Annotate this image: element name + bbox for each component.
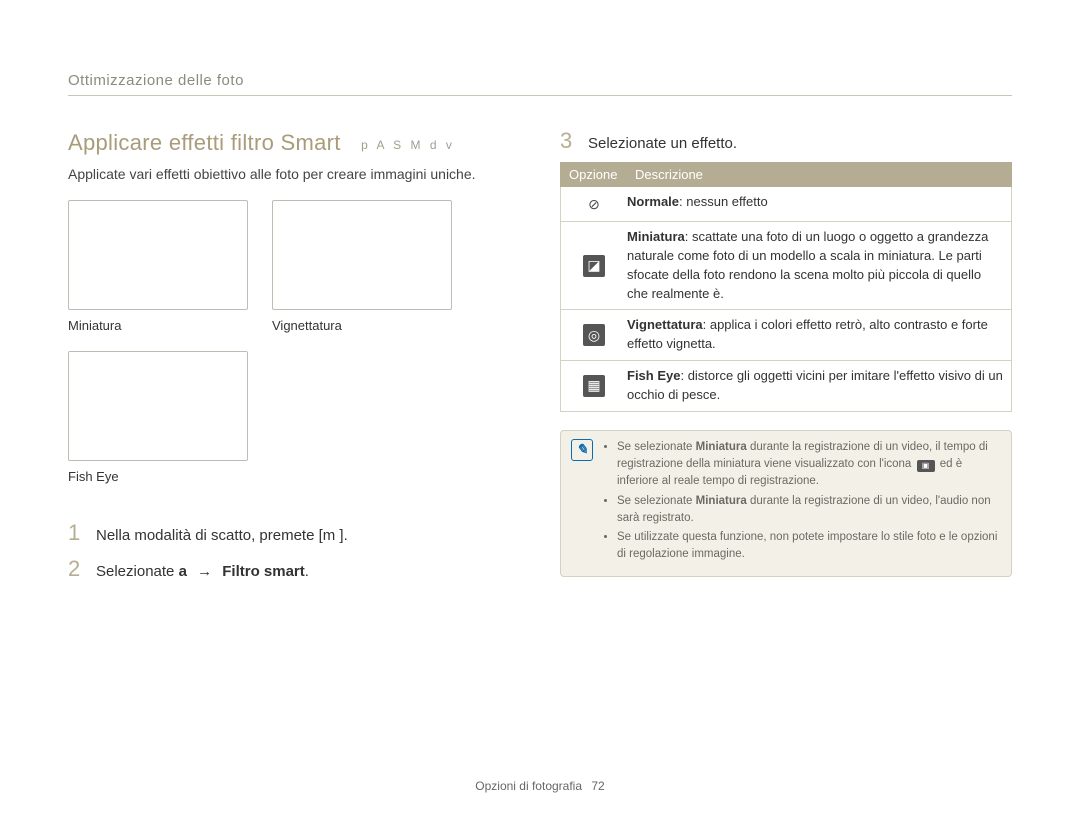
option-icon-cell: ▦ [561,361,627,411]
note-item: Se selezionate Miniatura durante la regi… [617,439,999,491]
info-icon: ✎ [571,439,593,461]
opt-text: : distorce gli oggetti vicini per imitar… [627,368,1003,402]
text-part: Selezionate [96,563,179,580]
step-number: 2 [68,558,82,580]
text-part: . [305,563,309,580]
note-item: Se utilizzate questa funzione, non potet… [617,529,999,564]
opt-text: : nessun effetto [679,194,768,209]
note-box: ✎ Se selezionate Miniatura durante la re… [560,430,1012,577]
option-icon-cell: ◎ [561,310,627,360]
vignette-icon: ◎ [583,324,605,346]
option-desc: Normale: nessun effetto [627,187,1011,221]
table-header: Opzione Descrizione [560,162,1012,187]
caption-miniatura: Miniatura [68,318,248,333]
table-row: ◎ Vignettatura: applica i colori effetto… [561,309,1011,360]
option-desc: Miniatura: scattate una foto di un luogo… [627,222,1011,309]
breadcrumb: Ottimizzazione delle foto [68,72,1012,96]
thumb-vignettatura [272,200,452,310]
page-footer: Opzioni di fotografia 72 [0,779,1080,793]
text-bold: a [179,563,187,580]
caption-fisheye: Fish Eye [68,469,248,484]
caption-vignettatura: Vignettatura [272,318,452,333]
step-number: 3 [560,130,574,152]
arrow-icon: → [197,563,212,580]
thumb-fisheye [68,351,248,461]
step-text: Selezionate a → Filtro smart. [96,563,309,580]
thumb-miniatura [68,200,248,310]
opt-name: Miniatura [627,229,685,244]
option-desc: Vignettatura: applica i colori effetto r… [627,310,1011,360]
note-bold: Miniatura [696,495,747,507]
opt-name: Vignettatura [627,317,703,332]
table-row: ◪ Miniatura: scattate una foto di un luo… [561,221,1011,309]
fisheye-icon: ▦ [583,375,605,397]
right-column: 3 Selezionate un effetto. Opzione Descri… [560,130,1012,580]
page-number: 72 [591,779,604,793]
note-bold: Miniatura [696,441,747,453]
note-text: Se selezionate [617,495,696,507]
section-title: Applicare effetti filtro Smart [68,130,341,155]
options-table: ⊘ Normale: nessun effetto ◪ Miniatura: s… [560,187,1012,412]
note-text: Se utilizzate questa funzione, non potet… [617,531,997,560]
option-desc: Fish Eye: distorce gli oggetti vicini pe… [627,361,1011,411]
text-bold: Filtro smart [222,563,305,580]
record-icon: ▣ [917,460,935,472]
normal-icon: ⊘ [583,193,605,215]
option-icon-cell: ◪ [561,222,627,309]
note-text: Se selezionate [617,441,696,453]
mode-indicators: p A S M d v [361,138,455,152]
step-2: 2 Selezionate a → Filtro smart. [68,558,520,580]
step-number: 1 [68,522,82,544]
opt-name: Fish Eye [627,368,680,383]
step-1: 1 Nella modalità di scatto, premete [m ]… [68,522,520,544]
th-option: Opzione [561,163,627,186]
step-3: 3 Selezionate un effetto. [560,130,1012,152]
table-row: ▦ Fish Eye: distorce gli oggetti vicini … [561,360,1011,411]
section-subtitle: Applicate vari effetti obiettivo alle fo… [68,166,520,182]
step-text: Selezionate un effetto. [588,135,737,152]
footer-label: Opzioni di fotografia [475,779,582,793]
left-column: Applicare effetti filtro Smart p A S M d… [68,130,520,580]
step-text: Nella modalità di scatto, premete [m ]. [96,527,348,544]
note-item: Se selezionate Miniatura durante la regi… [617,493,999,528]
miniature-icon: ◪ [583,255,605,277]
thumbnail-grid: Miniatura Vignettatura Fish Eye [68,200,520,494]
note-list: Se selezionate Miniatura durante la regi… [603,439,999,566]
table-row: ⊘ Normale: nessun effetto [561,187,1011,221]
opt-name: Normale [627,194,679,209]
option-icon-cell: ⊘ [561,187,627,221]
steps-list: 1 Nella modalità di scatto, premete [m ]… [68,522,520,580]
th-description: Descrizione [627,163,1011,186]
